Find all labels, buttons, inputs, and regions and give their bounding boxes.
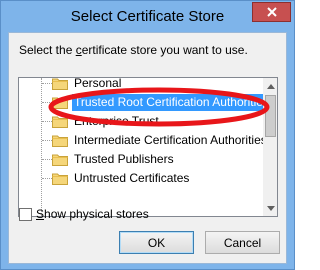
tree-item-trusted-publishers[interactable]: Trusted Publishers: [35, 150, 263, 169]
tree-connector: [42, 102, 52, 103]
tree-item-enterprise-trust[interactable]: Enterprise Trust: [35, 112, 263, 131]
window-title: Select Certificate Store: [70, 8, 225, 25]
scroll-up-button[interactable]: [263, 78, 277, 94]
store-prompt: Select the certificate store you want to…: [19, 43, 248, 57]
select-certificate-store-dialog: Select Certificate Store Select the cert…: [0, 0, 295, 270]
scroll-down-button[interactable]: [263, 200, 277, 216]
show-physical-stores-label: Show physical stores: [36, 207, 149, 221]
vertical-scrollbar[interactable]: [263, 78, 277, 216]
close-icon: [266, 7, 277, 17]
title-bar[interactable]: Select Certificate Store: [1, 1, 294, 32]
tree-item-label: Trusted Publishers: [74, 152, 174, 166]
folder-icon: [52, 135, 68, 147]
ok-button[interactable]: OK: [119, 231, 194, 254]
folder-icon: [52, 97, 68, 109]
tree-connector: [42, 140, 52, 141]
scrollbar-thumb[interactable]: [265, 95, 276, 137]
folder-icon: [52, 78, 68, 90]
chevron-up-icon: [266, 83, 275, 89]
chevron-down-icon: [266, 205, 275, 211]
cancel-button[interactable]: Cancel: [205, 231, 280, 254]
tree-item-label: Trusted Root Certification Authorities: [72, 94, 271, 111]
tree-connector: [42, 159, 52, 160]
tree-connector: [42, 83, 52, 84]
folder-icon: [52, 173, 68, 185]
tree-item-label: Untrusted Certificates: [74, 171, 190, 185]
folder-icon: [52, 116, 68, 128]
tree-item-untrusted-certificates[interactable]: Untrusted Certificates: [35, 169, 263, 188]
tree-item-label: Enterprise Trust: [74, 114, 159, 128]
show-physical-stores-checkbox[interactable]: [19, 207, 32, 221]
tree-item-trusted-root[interactable]: Trusted Root Certification Authorities: [35, 93, 271, 112]
tree-item-label: Intermediate Certification Authorities: [74, 133, 267, 147]
close-button[interactable]: [252, 2, 291, 22]
certificate-store-tree[interactable]: Personal Trusted Root Certification Auth…: [18, 77, 278, 217]
dialog-body: Select the certificate store you want to…: [8, 32, 287, 264]
tree-item-intermediate-ca[interactable]: Intermediate Certification Authorities: [35, 131, 267, 150]
tree-item-personal[interactable]: Personal: [35, 77, 263, 93]
tree-connector: [42, 178, 52, 179]
tree-item-label: Personal: [74, 77, 122, 90]
folder-icon: [52, 154, 68, 166]
tree-connector: [42, 121, 52, 122]
show-physical-stores-option[interactable]: Show physical stores: [19, 206, 149, 222]
